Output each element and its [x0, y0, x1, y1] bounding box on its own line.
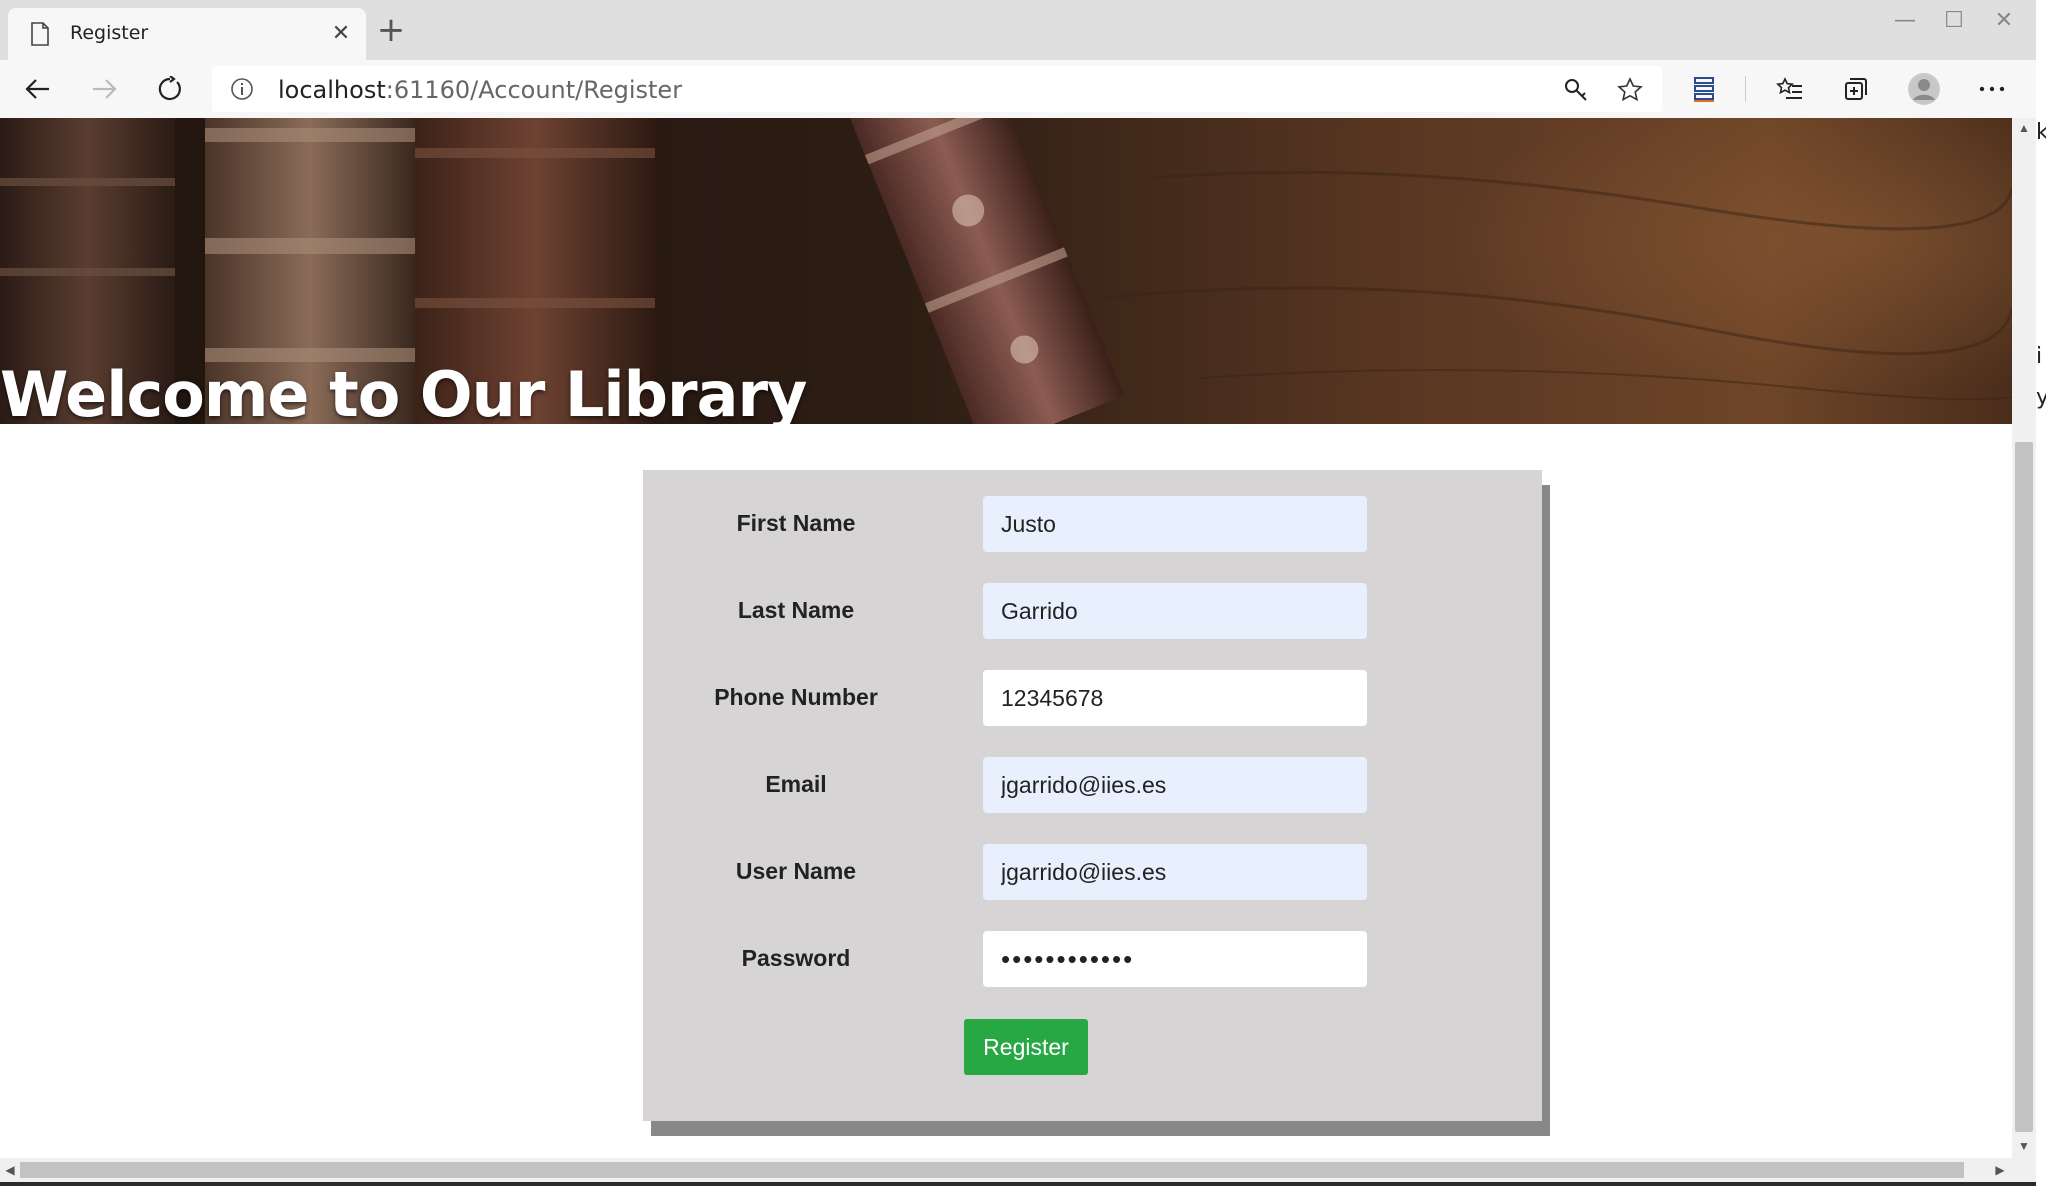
phone-number-input[interactable]	[983, 670, 1367, 726]
share-button[interactable]	[1836, 70, 1876, 108]
address-bar[interactable]: localhost:61160/Account/Register	[212, 66, 1662, 112]
email-label: Email	[765, 771, 827, 797]
url-host: localhost	[278, 76, 386, 104]
tab-bar: Register ✕ + — ☐ ✕	[0, 0, 2036, 60]
key-icon[interactable]	[1560, 74, 1592, 106]
profile-button[interactable]	[1904, 70, 1944, 108]
edge-glyph-k: k	[2036, 120, 2046, 145]
register-form-card: First Name Last Name Phone Number Email …	[643, 470, 1542, 1121]
favorites-button[interactable]	[1770, 70, 1810, 108]
library-banner-image: Welcome to Our Library	[0, 118, 2012, 424]
collections-button[interactable]	[1684, 70, 1724, 108]
register-button[interactable]: Register	[964, 1019, 1088, 1075]
form-row-last-name: Last Name	[643, 583, 1542, 639]
user-name-label: User Name	[735, 858, 857, 884]
vertical-scroll-thumb[interactable]	[2015, 442, 2033, 1132]
phone-number-label: Phone Number	[714, 684, 878, 710]
tab-close-icon[interactable]: ✕	[328, 20, 354, 46]
form-row-phone-number: Phone Number	[643, 670, 1542, 726]
share-icon	[1845, 78, 1867, 100]
form-row-password: Password	[643, 931, 1542, 987]
banner-title: Welcome to Our Library	[0, 358, 807, 424]
star-icon[interactable]	[1614, 74, 1646, 106]
more-icon	[1979, 86, 2005, 92]
edge-glyph-i: i	[2036, 344, 2043, 369]
first-name-label: First Name	[736, 510, 856, 536]
scroll-right-arrow-icon[interactable]: ▶	[1990, 1158, 2010, 1182]
browser-window: Register ✕ + — ☐ ✕ localhost:61160/Accou…	[0, 0, 2036, 1186]
refresh-icon	[158, 76, 181, 101]
info-icon[interactable]	[230, 77, 254, 106]
form-row-email: Email	[643, 757, 1542, 813]
toolbar-divider	[1745, 76, 1746, 102]
page-viewport: Welcome to Our Library First Name Last N…	[0, 118, 2012, 1158]
edge-glyph-y: y	[2036, 385, 2046, 410]
back-button[interactable]	[18, 70, 58, 108]
last-name-input[interactable]	[983, 583, 1367, 639]
more-button[interactable]	[1972, 70, 2012, 108]
scroll-up-arrow-icon[interactable]: ▲	[2012, 118, 2036, 138]
forward-button[interactable]	[84, 70, 124, 108]
minimize-button[interactable]: —	[1885, 8, 1925, 38]
maximize-button[interactable]: ☐	[1934, 8, 1974, 38]
adjacent-window-edge: k i y	[2036, 0, 2046, 1186]
tab-register[interactable]: Register ✕	[8, 8, 366, 60]
navigation-bar: localhost:61160/Account/Register	[0, 60, 2036, 119]
refresh-button[interactable]	[150, 70, 190, 108]
horizontal-scroll-thumb[interactable]	[20, 1162, 1964, 1178]
password-label: Password	[741, 945, 851, 971]
last-name-label: Last Name	[737, 597, 855, 623]
email-input[interactable]	[983, 757, 1367, 813]
url-path: :61160/Account/Register	[385, 76, 683, 104]
profile-icon	[1908, 73, 1940, 105]
new-tab-button[interactable]: +	[376, 13, 406, 47]
form-row-user-name: User Name	[643, 844, 1542, 900]
vertical-scrollbar[interactable]: ▲ ▼	[2012, 118, 2036, 1158]
scroll-left-arrow-icon[interactable]: ◀	[0, 1158, 20, 1182]
close-window-button[interactable]: ✕	[1984, 8, 2024, 38]
back-icon	[25, 79, 49, 99]
form-row-first-name: First Name	[643, 496, 1542, 552]
tab-title: Register	[70, 22, 149, 44]
document-icon	[30, 22, 50, 51]
first-name-input[interactable]	[983, 496, 1367, 552]
user-name-input[interactable]	[983, 844, 1367, 900]
url-text: localhost:61160/Account/Register	[278, 76, 682, 104]
forward-icon	[93, 79, 117, 99]
collections-icon	[1694, 77, 1714, 102]
password-input[interactable]	[983, 931, 1367, 987]
taskbar-edge	[0, 1182, 2036, 1186]
scroll-down-arrow-icon[interactable]: ▼	[2012, 1136, 2036, 1156]
horizontal-scrollbar[interactable]: ◀ ▶	[0, 1158, 2012, 1182]
favorites-icon	[1776, 77, 1802, 99]
